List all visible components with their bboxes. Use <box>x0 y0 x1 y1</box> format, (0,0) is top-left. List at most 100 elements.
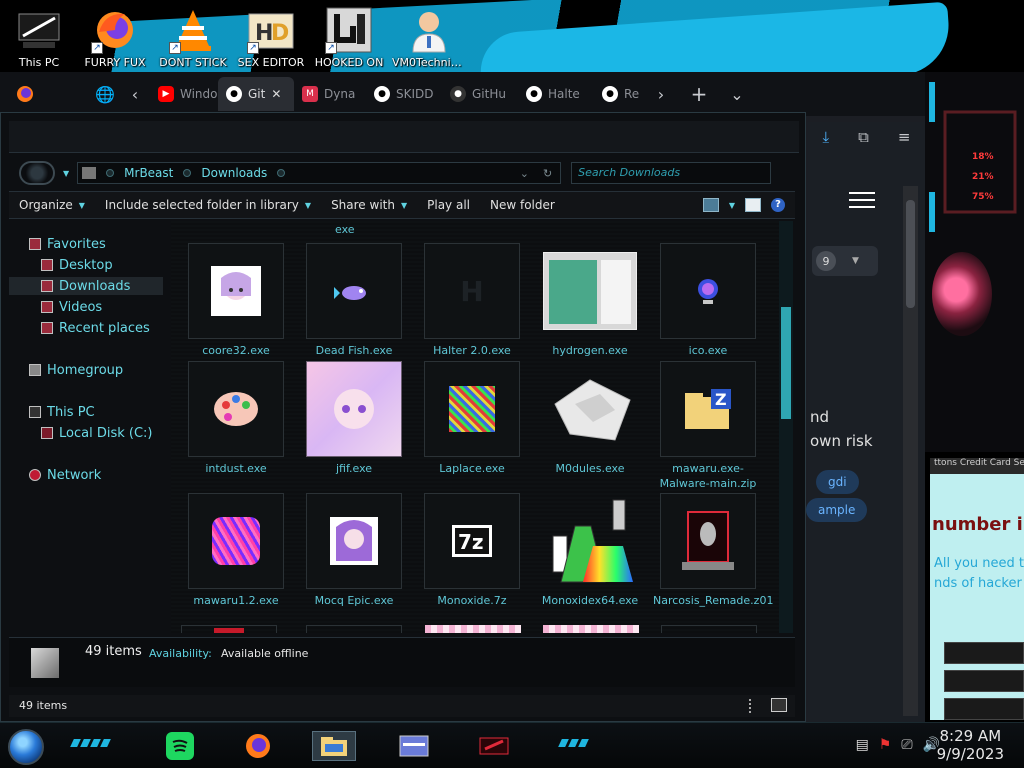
file-explorer-taskbar-button[interactable] <box>312 731 356 761</box>
file-item[interactable]: coore32.exe <box>181 243 291 358</box>
download-icon[interactable]: ⤓ <box>823 128 830 146</box>
include-in-library-button[interactable]: Include selected folder in library ▼ <box>95 198 321 212</box>
file-item[interactable]: mawaru1.2.exe <box>181 493 291 608</box>
tab-dynamic[interactable]: M Dyna <box>294 77 366 111</box>
shortcut-arrow-icon: ↗ <box>247 42 259 54</box>
tab-windows[interactable]: ▶ Windo <box>150 77 218 111</box>
web-widget-field[interactable] <box>944 642 1024 664</box>
firefox-taskbar-button[interactable] <box>236 731 280 761</box>
play-all-button[interactable]: Play all <box>417 198 480 212</box>
search-input[interactable]: Search Downloads <box>571 162 772 184</box>
breadcrumb-mrbeast[interactable]: MrBeast <box>124 166 173 180</box>
file-item[interactable]: Z mawaru.exe-Malware-main.zip <box>653 361 763 491</box>
file-item[interactable]: 7z Monoxide.7z <box>417 493 527 608</box>
desktop-icon-furry-fux[interactable]: ↗ FURRY FUX <box>78 4 152 69</box>
change-view-icon[interactable] <box>702 198 719 212</box>
desktop-icons: This PC ↗ FURRY FUX ↗ DONT STICK HD ↗ SE… <box>0 4 480 72</box>
close-icon[interactable]: ✕ <box>271 87 281 101</box>
start-button[interactable] <box>8 729 44 765</box>
large-icons-view-icon[interactable] <box>771 698 787 712</box>
desktop-icon-hooked-on[interactable]: ↗ HOOKED ON <box>312 4 386 69</box>
fish-icon <box>334 286 366 300</box>
recent-pages-chevron-icon[interactable]: ▼ <box>63 169 69 178</box>
breadcrumb-separator-icon <box>183 169 192 177</box>
extensions-icon[interactable]: ⧉ <box>858 128 869 146</box>
file-item[interactable] <box>661 625 757 633</box>
file-list-scrollbar[interactable] <box>779 221 793 633</box>
tabs-back-button[interactable]: ‹ <box>120 85 150 104</box>
nav-homegroup[interactable]: Homegroup <box>29 361 183 379</box>
file-item[interactable]: ico.exe <box>653 243 763 358</box>
menu-icon[interactable]: ≡ <box>898 128 911 146</box>
desktop-icon-this-pc[interactable]: This PC <box>2 4 76 69</box>
count-dropdown[interactable]: 9 ▼ <box>812 246 878 276</box>
nav-network[interactable]: Network <box>29 466 183 484</box>
tab-github-active[interactable]: ● Git ✕ <box>218 77 294 111</box>
alienware-app-taskbar-button[interactable] <box>472 731 516 761</box>
file-item[interactable] <box>181 625 277 633</box>
browser-scrollbar[interactable] <box>903 186 918 716</box>
tab-list-button[interactable]: ⌄ <box>722 85 752 104</box>
file-item[interactable]: Mocq Epic.exe <box>299 493 409 608</box>
topic-tag[interactable]: ample <box>806 498 868 522</box>
file-item[interactable]: H Halter 2.0.exe <box>417 243 527 358</box>
new-tab-button[interactable]: + <box>684 82 714 106</box>
globe-icon[interactable]: 🌐 <box>90 85 120 104</box>
file-item[interactable]: intdust.exe <box>181 361 291 476</box>
breadcrumb-downloads[interactable]: Downloads <box>201 166 267 180</box>
file-item[interactable]: hydrogen.exe <box>535 243 645 358</box>
scrollbar-thumb[interactable] <box>906 200 915 308</box>
desktop-icon-sex-editor[interactable]: HD ↗ SEX EDITOR <box>234 4 308 69</box>
tabs-forward-button[interactable]: › <box>646 85 676 104</box>
shortcut-arrow-icon: ↗ <box>169 42 181 54</box>
file-item[interactable]: jfif.exe <box>299 361 409 476</box>
file-item[interactable]: Narcosis_Remade.z01 <box>653 493 773 608</box>
back-button[interactable] <box>19 161 55 185</box>
hamburger-menu-button[interactable] <box>822 180 902 220</box>
app-window-taskbar-button[interactable] <box>392 731 436 761</box>
spotify-taskbar-button[interactable] <box>158 731 202 761</box>
nav-favorites[interactable]: Favorites <box>29 235 183 253</box>
chevron-down-icon[interactable]: ▼ <box>729 201 735 210</box>
tab-github[interactable]: ● GitHu <box>442 77 518 111</box>
nav-downloads[interactable]: Downloads <box>9 277 163 295</box>
address-dropdown-icon[interactable]: ⌄ <box>520 167 529 180</box>
file-item[interactable] <box>425 625 521 633</box>
youtube-icon: ▶ <box>158 86 174 102</box>
file-item[interactable] <box>306 625 402 633</box>
desktop-icon-dont-stick[interactable]: ↗ DONT STICK <box>156 4 230 69</box>
web-widget-field[interactable] <box>944 698 1024 720</box>
address-bar[interactable]: MrBeast Downloads ⌄ ↻ <box>77 162 562 184</box>
this-pc-icon <box>15 6 63 54</box>
preview-pane-icon[interactable] <box>745 198 761 212</box>
file-item[interactable]: Dead Fish.exe <box>299 243 409 358</box>
tab-skidd[interactable]: ● SKIDD <box>366 77 442 111</box>
file-item[interactable]: M0dules.exe <box>535 361 645 476</box>
system-clock[interactable]: 8:29 AM 9/9/2023 <box>937 727 1004 763</box>
new-folder-button[interactable]: New folder <box>480 198 565 212</box>
network-status-icon[interactable]: ⎚ <box>901 737 912 753</box>
nav-this-pc[interactable]: This PC <box>29 403 183 421</box>
file-explorer-window: ▼ MrBeast Downloads ⌄ ↻ Search Downloads … <box>0 112 806 722</box>
web-widget-field[interactable] <box>944 670 1024 692</box>
details-view-icon[interactable] <box>749 699 755 713</box>
tab-re[interactable]: ● Re <box>594 77 646 111</box>
topic-tag[interactable]: gdi <box>816 470 859 494</box>
file-item[interactable]: Monoxidex64.exe <box>535 493 645 608</box>
action-center-flag-icon[interactable]: ⚑ <box>879 737 892 753</box>
share-with-button[interactable]: Share with ▼ <box>321 198 417 212</box>
desktop-icon-label: VM0Technic... <box>392 56 466 69</box>
file-item[interactable]: Laplace.exe <box>417 361 527 476</box>
disk-gauge: 75% <box>972 192 994 202</box>
firefox-menu-icon[interactable] <box>0 85 50 103</box>
refresh-icon[interactable]: ↻ <box>543 167 552 180</box>
organize-button[interactable]: Organize ▼ <box>9 198 95 212</box>
help-icon[interactable]: ? <box>771 198 785 212</box>
file-item[interactable] <box>543 625 639 633</box>
scrollbar-thumb[interactable] <box>781 307 791 419</box>
show-hidden-icons-icon[interactable]: ▤ <box>856 737 869 753</box>
anime-girl2-icon <box>330 517 378 565</box>
tab-halter[interactable]: ● Halte <box>518 77 594 111</box>
shortcut-arrow-icon: ↗ <box>91 42 103 54</box>
desktop-icon-vm0technic[interactable]: VM0Technic... <box>392 4 466 69</box>
